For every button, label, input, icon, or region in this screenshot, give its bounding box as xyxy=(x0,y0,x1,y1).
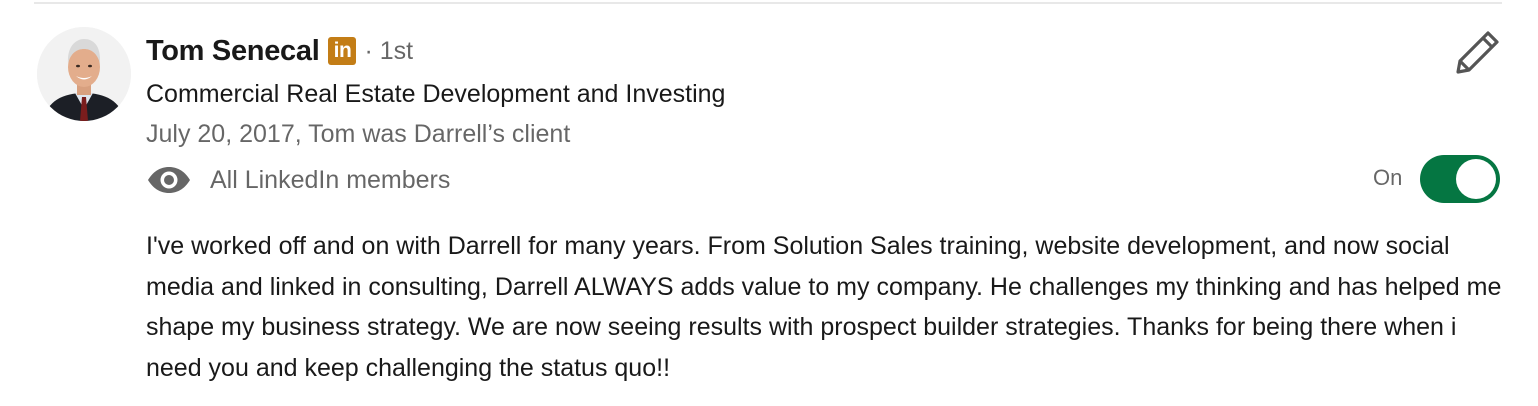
recommender-name[interactable]: Tom Senecal xyxy=(146,35,320,68)
eye-icon xyxy=(148,167,190,193)
recommender-headline: Commercial Real Estate Development and I… xyxy=(146,80,726,108)
avatar-photo xyxy=(37,27,131,121)
recommendation-date-relationship: July 20, 2017, Tom was Darrell’s client xyxy=(146,120,571,148)
top-divider xyxy=(34,2,1502,4)
toggle-knob xyxy=(1456,159,1496,199)
show-recommendation-toggle[interactable] xyxy=(1420,155,1500,203)
visibility-label: All LinkedIn members xyxy=(210,165,451,194)
linkedin-badge-icon: in xyxy=(328,37,357,65)
recommendation-text: I've worked off and on with Darrell for … xyxy=(146,232,1502,382)
connection-degree: · 1st xyxy=(364,36,414,65)
toggle-label: On xyxy=(1373,165,1403,190)
name-row: Tom Senecal in · 1st xyxy=(146,31,413,71)
avatar[interactable] xyxy=(37,27,131,121)
pencil-icon[interactable] xyxy=(1455,29,1501,75)
visibility-row: All LinkedIn members xyxy=(146,161,450,199)
